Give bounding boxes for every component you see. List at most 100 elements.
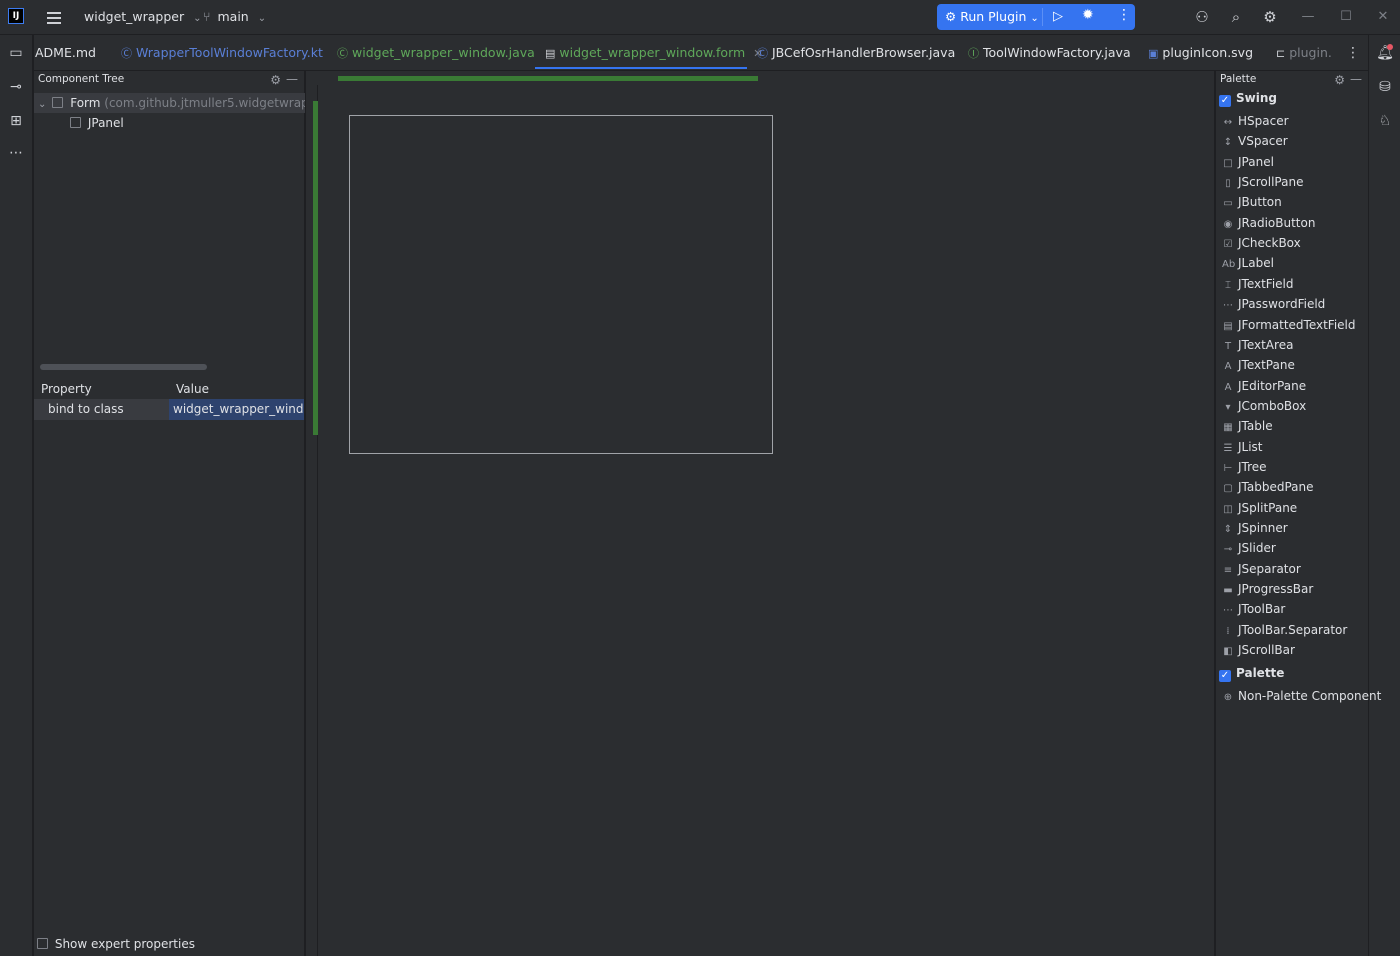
palette-item-jprogressbar[interactable]: ▬ JProgressBar xyxy=(1222,579,1313,599)
tab-label: ToolWindowFactory.java xyxy=(983,45,1131,60)
minimize-icon[interactable]: — xyxy=(1350,71,1362,88)
palette-group-swing[interactable]: ✓ Swing xyxy=(1219,88,1277,108)
palette-item-label: JToolBar xyxy=(1238,602,1286,617)
tab-plugin-icon-svg[interactable]: ▣ pluginIcon.svg xyxy=(1148,35,1253,70)
palette-item-jtabbedpane[interactable]: ▢ JTabbedPane xyxy=(1222,477,1314,497)
form-jpanel-outline[interactable] xyxy=(349,115,773,454)
more-vertical-icon[interactable]: ⋮ xyxy=(1117,7,1131,23)
show-expert-properties-checkbox[interactable]: Show expert properties xyxy=(37,937,195,951)
palette-item-label: JPasswordField xyxy=(1238,297,1326,312)
tree-node-jpanel[interactable]: JPanel xyxy=(34,113,305,133)
maximize-icon[interactable]: ☐ xyxy=(1335,6,1357,28)
palette-item-jbutton[interactable]: ▭ JButton xyxy=(1222,192,1281,212)
property-value[interactable]: widget_wrapper_wind... xyxy=(169,399,304,420)
palette-item-label: JPanel xyxy=(1238,154,1274,169)
intellij-logo-icon[interactable]: IJ xyxy=(8,8,24,24)
palette-item-label: JTabbedPane xyxy=(1238,480,1314,495)
palette-item-jformattedtextfield[interactable]: ▤ JFormattedTextField xyxy=(1222,315,1355,335)
non-palette-component-icon: ⊕ xyxy=(1223,692,1233,703)
palette-item-jscrollpane[interactable]: ▯ JScrollPane xyxy=(1222,172,1303,192)
tab-widget-wrapper-window-java[interactable]: Ⓒwidget_wrapper_window.java xyxy=(337,35,535,70)
main-menu-icon[interactable] xyxy=(44,8,64,28)
project-selector[interactable]: widget_wrapper ⌄ xyxy=(84,9,202,24)
palette-group-palette[interactable]: ✓ Palette xyxy=(1219,663,1284,683)
row-ruler[interactable] xyxy=(313,101,318,435)
jslider-icon: ⊸ xyxy=(1223,544,1233,556)
palette-item-label: Non-Palette Component xyxy=(1238,689,1382,703)
gear-icon[interactable]: ⚙ xyxy=(270,72,281,89)
minimize-icon[interactable]: — xyxy=(1297,6,1319,28)
search-icon[interactable]: ⌕ xyxy=(1226,7,1246,27)
palette-item-jspinner[interactable]: ⇕ JSpinner xyxy=(1222,518,1288,538)
jtable-icon: ▦ xyxy=(1223,422,1233,434)
column-ruler[interactable] xyxy=(338,76,758,81)
tab-tool-window-factory[interactable]: Ⓘ ToolWindowFactory.java xyxy=(968,35,1131,70)
tab-label: plugin. xyxy=(1289,45,1332,60)
debug-icon[interactable]: ✹ xyxy=(1082,7,1094,23)
designer-canvas[interactable] xyxy=(319,85,1214,956)
palette-item-label: JTextArea xyxy=(1238,337,1294,352)
palette-item-jcheckbox[interactable]: ☑ JCheckBox xyxy=(1222,233,1301,253)
structure-icon[interactable]: ⊞ xyxy=(6,111,26,131)
branch-selector[interactable]: ⑂ main ⌄ xyxy=(203,9,266,24)
palette-item-jtree[interactable]: ⊢ JTree xyxy=(1222,457,1267,477)
palette-item-jpanel[interactable]: □ JPanel xyxy=(1222,152,1274,172)
palette-item-jeditorpane[interactable]: A JEditorPane xyxy=(1222,376,1307,396)
palette-item-jslider[interactable]: ⊸ JSlider xyxy=(1222,538,1276,558)
palette-item-jseparator[interactable]: ≡ JSeparator xyxy=(1222,559,1301,579)
palette-item-jlist[interactable]: ☰ JList xyxy=(1222,437,1263,457)
palette-item-hspacer[interactable]: ↔ HSpacer xyxy=(1222,111,1289,131)
jpasswordfield-icon: ⋯ xyxy=(1223,300,1233,312)
palette-item-jsplitpane[interactable]: ◫ JSplitPane xyxy=(1222,498,1297,518)
tree-node-form[interactable]: ⌄ Form (com.github.jtmuller5.widgetwrapp… xyxy=(34,93,305,113)
component-tree-panel: Component Tree ⚙ — ⌄ Form (com.github.jt… xyxy=(34,71,305,956)
folder-icon[interactable]: ▭ xyxy=(6,43,26,63)
checkbox-checked-icon: ✓ xyxy=(1219,95,1231,107)
palette-item-jcombobox[interactable]: ▾ JComboBox xyxy=(1222,396,1306,416)
palette-item-non-palette-component[interactable]: ⊕ Non-Palette Component xyxy=(1222,686,1382,706)
notifications-icon[interactable]: 🔔︎ xyxy=(1375,43,1395,63)
run-icon[interactable]: ▷ xyxy=(1053,9,1063,24)
run-config-selector[interactable]: ⚙ Run Plugin ⌄ xyxy=(945,9,1039,24)
close-icon[interactable]: ✕ xyxy=(1372,6,1394,28)
palette-item-jradiobutton[interactable]: ◉ JRadioButton xyxy=(1222,213,1316,233)
gradle-icon[interactable]: ♘ xyxy=(1375,111,1395,131)
tab-jbcef-osr-handler-browser[interactable]: Ⓒ JBCefOsrHandlerBrowser.java xyxy=(757,35,955,70)
add-user-icon[interactable]: ⚇ xyxy=(1192,7,1212,27)
palette-item-jtextarea[interactable]: T JTextArea xyxy=(1222,335,1294,355)
palette-item-jscrollbar[interactable]: ◧ JScrollBar xyxy=(1222,640,1295,660)
palette-item-jtoolbar[interactable]: ⋯ JToolBar xyxy=(1222,599,1285,619)
run-config-label: Run Plugin xyxy=(960,9,1027,24)
palette-item-jtextpane[interactable]: A JTextPane xyxy=(1222,355,1295,375)
commit-icon[interactable]: ⊸ xyxy=(6,77,26,97)
gear-icon[interactable]: ⚙ xyxy=(1260,7,1280,27)
palette-item-jpasswordfield[interactable]: ⋯ JPasswordField xyxy=(1222,294,1325,314)
database-icon[interactable]: ⛁ xyxy=(1375,77,1395,97)
horizontal-scrollbar[interactable] xyxy=(40,364,207,370)
minimize-icon[interactable]: — xyxy=(286,71,298,88)
chevron-down-icon[interactable]: ⌄ xyxy=(38,99,46,110)
jscrollpane-icon: ▯ xyxy=(1225,178,1231,190)
palette-item-jtextfield[interactable]: ⌶ JTextField xyxy=(1222,274,1294,294)
palette-item-vspacer[interactable]: ↕ VSpacer xyxy=(1222,131,1288,151)
tab-plugin-xml[interactable]: ⊏ plugin. xyxy=(1276,35,1332,70)
left-tool-stripe: ▭ ⊸ ⊞ ⋯ xyxy=(0,35,33,956)
palette-item-label: HSpacer xyxy=(1238,114,1289,128)
form-node-icon xyxy=(52,97,64,108)
palette-item-label: JList xyxy=(1238,439,1263,454)
palette-item-jlabel[interactable]: Ab JLabel xyxy=(1222,253,1274,273)
tab-widget-wrapper-window-form[interactable]: ▤ widget_wrapper_window.form ✕ xyxy=(535,35,762,69)
jbutton-icon: ▭ xyxy=(1223,198,1233,210)
jcombobox-icon: ▾ xyxy=(1225,401,1231,413)
property-row-bind-to-class[interactable]: bind to class widget_wrapper_wind... xyxy=(34,399,305,420)
palette-item-jtoolbar-separator[interactable]: ⁞ JToolBar.Separator xyxy=(1222,620,1347,640)
tab-wrapper-tool-window-factory[interactable]: Ⓒ WrapperToolWindowFactory.kt xyxy=(121,35,323,70)
tab-readme[interactable]: ADME.md xyxy=(35,35,96,70)
more-tabs-icon[interactable]: ⋮ xyxy=(1346,35,1360,70)
java-class-icon: Ⓒ xyxy=(337,47,348,60)
more-horizontal-icon[interactable]: ⋯ xyxy=(6,143,26,163)
tab-label: WrapperToolWindowFactory.kt xyxy=(136,45,323,60)
jpanel-icon: □ xyxy=(1223,157,1233,169)
gear-icon[interactable]: ⚙ xyxy=(1334,72,1345,89)
palette-item-jtable[interactable]: ▦ JTable xyxy=(1222,416,1272,436)
